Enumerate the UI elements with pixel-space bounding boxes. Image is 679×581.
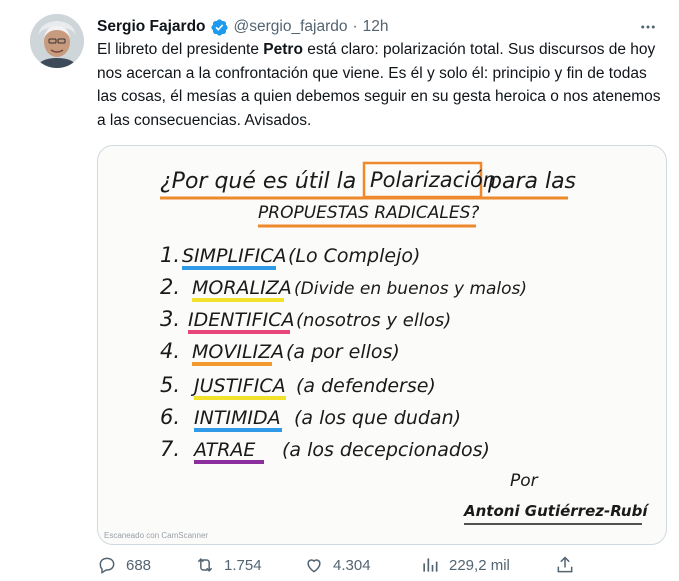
- item-note: (Divide en buenos y malos): [294, 279, 527, 299]
- tweet-image[interactable]: ¿Por qué es útil la Polarización para la…: [97, 145, 667, 545]
- item-word: MORALIZA: [192, 277, 292, 299]
- list-item: 2. MORALIZA (Divide en buenos y malos): [160, 275, 527, 302]
- image-title-boxed: Polarización: [370, 168, 496, 192]
- handwritten-note-image: ¿Por qué es útil la Polarización para la…: [104, 161, 650, 540]
- heart-icon: [307, 559, 321, 573]
- share-icon: [557, 556, 573, 573]
- separator-dot: ·: [352, 18, 358, 35]
- item-note: (a los decepcionados): [282, 439, 490, 461]
- item-number: 3.: [160, 307, 180, 331]
- tweet-timestamp[interactable]: 12h: [363, 18, 389, 36]
- views-button[interactable]: 229,2 mil: [420, 555, 510, 575]
- reply-button[interactable]: 688: [97, 555, 151, 575]
- list-item: 6. INTIMIDA (a los que dudan): [160, 405, 461, 432]
- tweet-text-part1: El libreto del presidente: [97, 41, 264, 58]
- image-title-line2: PROPUESTAS RADICALES?: [258, 203, 479, 223]
- retweet-button[interactable]: 1.754: [195, 555, 262, 575]
- tweet-text-mention: Petro: [263, 41, 303, 58]
- item-word: IDENTIFICA: [188, 309, 294, 331]
- views-count: 229,2 mil: [449, 556, 510, 574]
- item-word: MOVILIZA: [192, 341, 284, 363]
- scanner-watermark: Escaneado con CamScanner: [104, 531, 208, 540]
- reply-icon: [99, 557, 115, 574]
- list-item: 1. SIMPLIFICA (Lo Complejo): [160, 243, 420, 270]
- like-button[interactable]: 4.304: [304, 555, 371, 575]
- share-button[interactable]: [555, 555, 584, 575]
- list-item: 4. MOVILIZA (a por ellos): [160, 339, 400, 366]
- author-name[interactable]: Sergio Fajardo: [97, 18, 206, 36]
- item-number: 1.: [160, 243, 180, 267]
- item-word: INTIMIDA: [194, 407, 281, 429]
- item-note: (a los que dudan): [294, 407, 461, 429]
- item-number: 6.: [160, 405, 180, 429]
- item-number: 2.: [160, 275, 180, 299]
- signature-name: Antoni Gutiérrez-Rubí: [463, 502, 650, 520]
- list-item: 7. ATRAE (a los decepcionados): [160, 437, 490, 464]
- item-number: 4.: [160, 339, 180, 363]
- item-word: ATRAE: [192, 439, 255, 461]
- views-chart-icon: [423, 558, 438, 572]
- tweet-actions: 688 1.754 4.304 229,2 mil: [97, 555, 667, 581]
- item-note: (Lo Complejo): [288, 245, 420, 267]
- retweet-icon: [197, 558, 213, 572]
- reply-count: 688: [126, 556, 152, 574]
- item-note: (a defenderse): [296, 375, 436, 397]
- like-count: 4.304: [333, 556, 371, 574]
- item-word: JUSTIFICA: [190, 375, 286, 397]
- retweet-count: 1.754: [224, 556, 262, 574]
- image-title-part3: para las: [487, 169, 576, 194]
- list-item: 5. JUSTIFICA (a defenderse): [160, 373, 436, 400]
- item-note: (nosotros y ellos): [296, 310, 451, 331]
- author-handle[interactable]: @sergio_fajardo: [234, 18, 348, 36]
- tweet-text: El libreto del presidente Petro está cla…: [97, 38, 667, 132]
- tweet-header: Sergio Fajardo @sergio_fajardo · 12h: [97, 16, 659, 38]
- image-title-part1: ¿Por qué es útil la: [160, 169, 356, 194]
- verified-badge-icon: [210, 18, 228, 36]
- item-note: (a por ellos): [286, 341, 400, 363]
- item-word: SIMPLIFICA: [182, 245, 287, 267]
- list-item: 3. IDENTIFICA (nosotros y ellos): [160, 307, 451, 334]
- signature-by: Por: [510, 471, 539, 491]
- more-dots-icon: [641, 25, 655, 29]
- item-number: 7.: [160, 437, 180, 461]
- more-options-button[interactable]: [637, 16, 659, 38]
- author-avatar[interactable]: [30, 14, 84, 68]
- item-number: 5.: [160, 373, 180, 397]
